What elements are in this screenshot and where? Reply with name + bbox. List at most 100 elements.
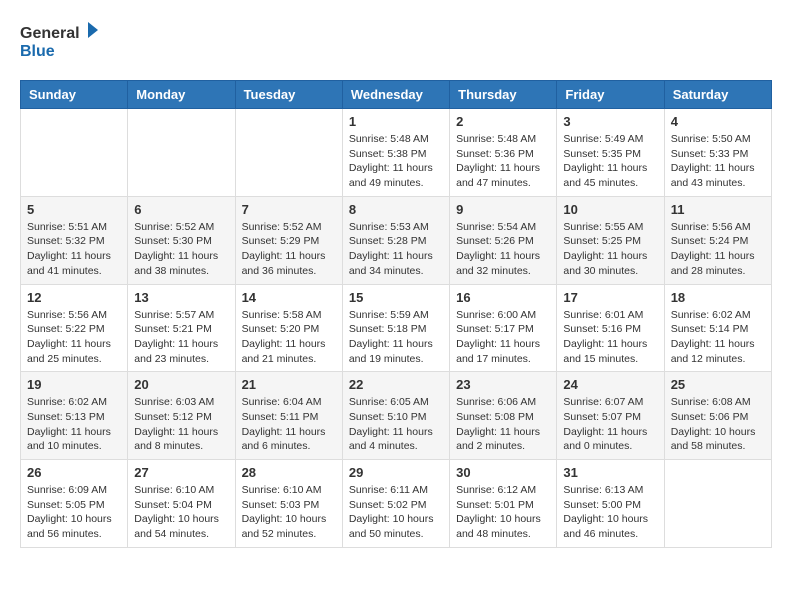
day-number: 18 (671, 290, 765, 305)
day-number: 29 (349, 465, 443, 480)
day-number: 3 (563, 114, 657, 129)
calendar-cell: 17 Sunrise: 6:01 AM Sunset: 5:16 PM Dayli… (557, 284, 664, 372)
calendar-cell (21, 109, 128, 197)
weekday-header-saturday: Saturday (664, 81, 771, 109)
weekday-header-monday: Monday (128, 81, 235, 109)
calendar-cell: 12 Sunrise: 5:56 AM Sunset: 5:22 PM Dayli… (21, 284, 128, 372)
day-info: Sunrise: 5:59 AM Sunset: 5:18 PM Dayligh… (349, 308, 443, 367)
day-number: 4 (671, 114, 765, 129)
calendar-cell: 7 Sunrise: 5:52 AM Sunset: 5:29 PM Daylig… (235, 196, 342, 284)
calendar-cell: 1Sunrise: 5:48 AM Sunset: 5:38 PM Daylig… (342, 109, 449, 197)
calendar-cell: 20 Sunrise: 6:03 AM Sunset: 5:12 PM Dayli… (128, 372, 235, 460)
day-number: 25 (671, 377, 765, 392)
calendar-cell (235, 109, 342, 197)
day-number: 21 (242, 377, 336, 392)
calendar-cell: 26 Sunrise: 6:09 AM Sunset: 5:05 PM Dayli… (21, 460, 128, 548)
day-number: 13 (134, 290, 228, 305)
calendar-cell: 22Sunrise: 6:05 AM Sunset: 5:10 PM Dayli… (342, 372, 449, 460)
day-info: Sunrise: 6:07 AM Sunset: 5:07 PM Dayligh… (563, 395, 657, 454)
calendar-cell: 10Sunrise: 5:55 AM Sunset: 5:25 PM Dayli… (557, 196, 664, 284)
day-number: 5 (27, 202, 121, 217)
day-info: Sunrise: 5:54 AM Sunset: 5:26 PM Dayligh… (456, 220, 550, 279)
day-info: Sunrise: 5:49 AM Sunset: 5:35 PM Dayligh… (563, 132, 657, 191)
day-info: Sunrise: 6:12 AM Sunset: 5:01 PM Dayligh… (456, 483, 550, 542)
calendar-cell: 27 Sunrise: 6:10 AM Sunset: 5:04 PM Dayli… (128, 460, 235, 548)
calendar-cell: 2 Sunrise: 5:48 AM Sunset: 5:36 PM Daylig… (450, 109, 557, 197)
calendar-cell: 6Sunrise: 5:52 AM Sunset: 5:30 PM Daylig… (128, 196, 235, 284)
calendar-cell: 5 Sunrise: 5:51 AM Sunset: 5:32 PM Daylig… (21, 196, 128, 284)
calendar-cell: 25 Sunrise: 6:08 AM Sunset: 5:06 PM Dayli… (664, 372, 771, 460)
day-info: Sunrise: 5:57 AM Sunset: 5:21 PM Dayligh… (134, 308, 228, 367)
day-number: 24 (563, 377, 657, 392)
calendar-cell: 18 Sunrise: 6:02 AM Sunset: 5:14 PM Dayli… (664, 284, 771, 372)
day-info: Sunrise: 5:51 AM Sunset: 5:32 PM Dayligh… (27, 220, 121, 279)
svg-text:Blue: Blue (20, 43, 55, 60)
day-info: Sunrise: 5:48 AM Sunset: 5:36 PM Dayligh… (456, 132, 550, 191)
day-info: Sunrise: 6:05 AM Sunset: 5:10 PM Dayligh… (349, 395, 443, 454)
calendar-cell: 11Sunrise: 5:56 AM Sunset: 5:24 PM Dayli… (664, 196, 771, 284)
day-info: Sunrise: 5:52 AM Sunset: 5:30 PM Dayligh… (134, 220, 228, 279)
day-number: 9 (456, 202, 550, 217)
calendar-cell: 14 Sunrise: 5:58 AM Sunset: 5:20 PM Dayli… (235, 284, 342, 372)
day-info: Sunrise: 6:09 AM Sunset: 5:05 PM Dayligh… (27, 483, 121, 542)
calendar-week-row: 5 Sunrise: 5:51 AM Sunset: 5:32 PM Daylig… (21, 196, 772, 284)
weekday-header-tuesday: Tuesday (235, 81, 342, 109)
day-number: 19 (27, 377, 121, 392)
day-number: 2 (456, 114, 550, 129)
day-info: Sunrise: 6:06 AM Sunset: 5:08 PM Dayligh… (456, 395, 550, 454)
day-number: 27 (134, 465, 228, 480)
day-number: 7 (242, 202, 336, 217)
logo-svg: General Blue (20, 20, 100, 64)
day-number: 28 (242, 465, 336, 480)
day-info: Sunrise: 5:56 AM Sunset: 5:22 PM Dayligh… (27, 308, 121, 367)
calendar-week-row: 12 Sunrise: 5:56 AM Sunset: 5:22 PM Dayli… (21, 284, 772, 372)
svg-text:General: General (20, 25, 80, 42)
day-info: Sunrise: 5:52 AM Sunset: 5:29 PM Dayligh… (242, 220, 336, 279)
day-number: 30 (456, 465, 550, 480)
day-info: Sunrise: 6:00 AM Sunset: 5:17 PM Dayligh… (456, 308, 550, 367)
day-number: 12 (27, 290, 121, 305)
calendar-cell: 16 Sunrise: 6:00 AM Sunset: 5:17 PM Dayli… (450, 284, 557, 372)
day-info: Sunrise: 6:10 AM Sunset: 5:04 PM Dayligh… (134, 483, 228, 542)
day-info: Sunrise: 6:01 AM Sunset: 5:16 PM Dayligh… (563, 308, 657, 367)
calendar-cell: 8Sunrise: 5:53 AM Sunset: 5:28 PM Daylig… (342, 196, 449, 284)
calendar-cell: 21 Sunrise: 6:04 AM Sunset: 5:11 PM Dayli… (235, 372, 342, 460)
calendar-week-row: 19 Sunrise: 6:02 AM Sunset: 5:13 PM Dayli… (21, 372, 772, 460)
day-number: 20 (134, 377, 228, 392)
day-info: Sunrise: 6:11 AM Sunset: 5:02 PM Dayligh… (349, 483, 443, 542)
logo: General Blue (20, 20, 100, 64)
day-info: Sunrise: 5:58 AM Sunset: 5:20 PM Dayligh… (242, 308, 336, 367)
weekday-header-friday: Friday (557, 81, 664, 109)
day-number: 23 (456, 377, 550, 392)
weekday-header-thursday: Thursday (450, 81, 557, 109)
calendar-cell: 23 Sunrise: 6:06 AM Sunset: 5:08 PM Dayli… (450, 372, 557, 460)
day-info: Sunrise: 6:02 AM Sunset: 5:13 PM Dayligh… (27, 395, 121, 454)
day-number: 26 (27, 465, 121, 480)
calendar-cell: 4 Sunrise: 5:50 AM Sunset: 5:33 PM Daylig… (664, 109, 771, 197)
day-number: 15 (349, 290, 443, 305)
calendar-cell: 13 Sunrise: 5:57 AM Sunset: 5:21 PM Dayli… (128, 284, 235, 372)
calendar-table: SundayMondayTuesdayWednesdayThursdayFrid… (20, 80, 772, 548)
calendar-cell: 19 Sunrise: 6:02 AM Sunset: 5:13 PM Dayli… (21, 372, 128, 460)
calendar-cell (128, 109, 235, 197)
weekday-header-sunday: Sunday (21, 81, 128, 109)
day-info: Sunrise: 5:50 AM Sunset: 5:33 PM Dayligh… (671, 132, 765, 191)
weekday-header-wednesday: Wednesday (342, 81, 449, 109)
calendar-cell: 28 Sunrise: 6:10 AM Sunset: 5:03 PM Dayli… (235, 460, 342, 548)
day-number: 14 (242, 290, 336, 305)
weekday-header-row: SundayMondayTuesdayWednesdayThursdayFrid… (21, 81, 772, 109)
day-number: 1 (349, 114, 443, 129)
calendar-cell: 15 Sunrise: 5:59 AM Sunset: 5:18 PM Dayli… (342, 284, 449, 372)
calendar-cell: 31Sunrise: 6:13 AM Sunset: 5:00 PM Dayli… (557, 460, 664, 548)
day-info: Sunrise: 6:04 AM Sunset: 5:11 PM Dayligh… (242, 395, 336, 454)
calendar-cell: 9 Sunrise: 5:54 AM Sunset: 5:26 PM Daylig… (450, 196, 557, 284)
day-info: Sunrise: 6:02 AM Sunset: 5:14 PM Dayligh… (671, 308, 765, 367)
day-info: Sunrise: 6:03 AM Sunset: 5:12 PM Dayligh… (134, 395, 228, 454)
day-number: 10 (563, 202, 657, 217)
day-info: Sunrise: 6:08 AM Sunset: 5:06 PM Dayligh… (671, 395, 765, 454)
day-number: 11 (671, 202, 765, 217)
day-info: Sunrise: 6:10 AM Sunset: 5:03 PM Dayligh… (242, 483, 336, 542)
day-number: 16 (456, 290, 550, 305)
day-number: 17 (563, 290, 657, 305)
day-number: 31 (563, 465, 657, 480)
